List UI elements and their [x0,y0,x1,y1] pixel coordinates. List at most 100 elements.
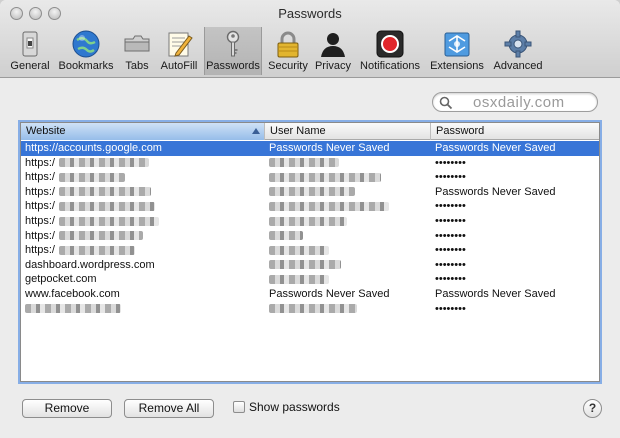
general-switch-icon [22,31,38,57]
toolbar-notifications[interactable]: Notifications [356,27,424,75]
table-row[interactable]: www.facebook.com Passwords Never Saved Pas… [21,287,599,302]
cell-username: Passwords Never Saved [265,287,431,302]
toolbar-passwords[interactable]: Passwords [204,27,262,75]
table-row[interactable]: •••••••• [21,302,599,317]
cell-website: dashboard.wordpress.com [21,258,265,273]
cell-username: Passwords Never Saved [265,141,431,156]
cell-website: https://accounts.google.com [21,141,265,156]
cell-username [265,214,431,229]
cell-website-text: dashboard.wordpress.com [25,258,155,271]
toolbar-advanced[interactable]: Advanced [490,27,546,75]
cell-password-text: Passwords Never Saved [435,288,556,300]
cell-password-text: •••••••• [435,273,466,286]
redacted-blur [269,245,329,255]
redacted-blur [269,201,389,211]
cell-password: •••••••• [431,258,599,273]
table-row[interactable]: dashboard.wordpress.com •••••••• [21,258,599,273]
table-row[interactable]: https:/ •••••••• [21,199,599,214]
toolbar-security-label: Security [268,60,308,72]
cell-password: •••••••• [431,243,599,258]
cell-password: Passwords Never Saved [431,141,599,156]
cell-website [21,302,265,317]
cell-website-text: https:/ [25,171,55,184]
redacted-blur [58,187,151,197]
redacted-blur [269,158,339,168]
redacted-blur [58,158,149,168]
column-header-username[interactable]: User Name [265,123,431,140]
show-passwords-checkbox[interactable] [233,401,245,413]
table-row[interactable]: https://accounts.google.com Passwords Nev… [21,141,599,156]
table-row[interactable]: getpocket.com •••••••• [21,272,599,287]
cell-website-text: www.facebook.com [25,288,120,300]
toolbar-general[interactable]: General [8,27,52,75]
table-row[interactable]: https:/ •••••••• [21,243,599,258]
search-field[interactable]: osxdaily.com [432,92,598,112]
redacted-blur [58,216,159,226]
toolbar-extensions[interactable]: Extensions [427,27,487,75]
cell-website-text: getpocket.com [25,273,97,286]
cell-password-text: •••••••• [435,156,466,169]
cell-username [265,170,431,185]
cell-username [265,272,431,287]
toolbar-autofill[interactable]: AutoFill [158,27,200,75]
cell-website: www.facebook.com [21,287,265,302]
cell-username [265,229,431,244]
table-row[interactable]: https:/ •••••••• [21,214,599,229]
toolbar-security[interactable]: Security [266,27,310,75]
table-row[interactable]: https:/ •••••••• [21,156,599,171]
key-icon [226,30,240,57]
cell-website: https:/ [21,214,265,229]
help-button[interactable]: ? [583,399,602,418]
padlock-icon [277,31,299,58]
cell-website: https:/ [21,185,265,200]
redacted-blur [58,201,155,211]
redacted-blur [269,231,303,241]
column-header-password[interactable]: Password [431,123,599,140]
toolbar-bookmarks-label: Bookmarks [58,60,114,72]
cell-password: •••••••• [431,170,599,185]
cell-website-text: https:/ [25,185,55,198]
table-row[interactable]: https:/ •••••••• [21,170,599,185]
cell-username [265,199,431,214]
toolbar-bookmarks[interactable]: Bookmarks [56,27,116,75]
cell-password: Passwords Never Saved [431,287,599,302]
redacted-blur [269,304,357,314]
cell-password-text: •••••••• [435,258,466,271]
redacted-blur [269,172,381,182]
table-row[interactable]: https:/ •••••••• [21,229,599,244]
puzzle-icon [444,32,470,57]
redacted-blur [58,231,143,241]
toolbar-notifications-label: Notifications [360,60,420,72]
cell-password-text: •••••••• [435,171,466,184]
cell-password-text: •••••••• [435,215,466,227]
toolbar-extensions-label: Extensions [430,60,484,72]
cell-password-text: •••••••• [435,244,466,257]
passwords-preferences-window: Passwords General Bookmarks Tabs AutoFil… [0,0,620,438]
passwords-table[interactable]: Website User Name Password https://accou… [20,122,600,382]
cell-website: https:/ [21,243,265,258]
cell-website-text: https://accounts.google.com [25,142,162,154]
title-bar: Passwords General Bookmarks Tabs AutoFil… [0,0,620,78]
notification-record-icon [376,30,404,58]
cell-username-text: Passwords Never Saved [269,288,390,300]
toolbar-tabs[interactable]: Tabs [120,27,154,75]
cell-password: Passwords Never Saved [431,185,599,200]
cell-password-text: •••••••• [435,200,466,213]
table-row[interactable]: https:/ Passwords Never Saved [21,185,599,200]
cell-password: •••••••• [431,302,599,317]
cell-website: https:/ [21,156,265,171]
cell-password: •••••••• [431,199,599,214]
remove-all-button[interactable]: Remove All [124,399,214,418]
column-header-website[interactable]: Website [21,123,265,140]
redacted-blur [269,187,355,197]
gear-icon [504,30,532,58]
sort-ascending-icon [252,128,260,134]
remove-button[interactable]: Remove [22,399,112,418]
redacted-blur [269,260,341,270]
cell-password-text: •••••••• [435,302,466,315]
cell-password-text: Passwords Never Saved [435,185,556,198]
cell-password: •••••••• [431,229,599,244]
toolbar-privacy[interactable]: Privacy [313,27,353,75]
toolbar-privacy-label: Privacy [314,60,352,72]
table-header: Website User Name Password [21,123,599,140]
